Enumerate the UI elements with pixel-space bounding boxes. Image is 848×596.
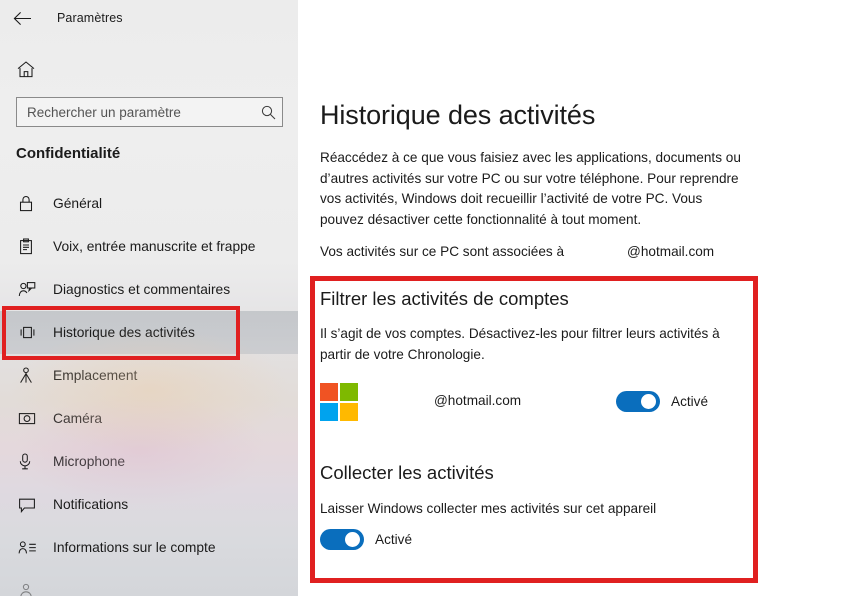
lock-icon bbox=[18, 195, 44, 212]
sidebar-item-camera[interactable]: Caméra bbox=[0, 397, 298, 440]
sidebar-item-label: Historique des activités bbox=[53, 325, 195, 340]
activity-history-icon bbox=[18, 325, 44, 340]
search-icon bbox=[261, 105, 276, 120]
sidebar-item-microphone[interactable]: Microphone bbox=[0, 440, 298, 483]
sidebar-item-location[interactable]: Emplacement bbox=[0, 354, 298, 397]
collect-toggle-wrap: Activé bbox=[320, 529, 760, 550]
camera-icon bbox=[18, 411, 44, 426]
account-toggle-wrap: Activé bbox=[616, 391, 708, 412]
account-info-icon bbox=[18, 540, 44, 555]
back-arrow-icon[interactable] bbox=[0, 2, 44, 34]
sidebar-item-label: Emplacement bbox=[53, 368, 138, 383]
partial-icon bbox=[18, 582, 44, 596]
account-row: @hotmail.com Activé bbox=[320, 383, 760, 429]
sidebar-item-label: Voix, entrée manuscrite et frappe bbox=[53, 239, 256, 254]
microsoft-logo-icon bbox=[320, 383, 358, 421]
window-title: Paramètres bbox=[57, 11, 123, 25]
sidebar-item-notifications[interactable]: Notifications bbox=[0, 483, 298, 526]
sidebar-item-label: Microphone bbox=[53, 454, 126, 469]
sidebar-item-diagnostics-feedback[interactable]: Diagnostics et commentaires bbox=[0, 268, 298, 311]
main-content: Historique des activités Réaccédez à ce … bbox=[298, 0, 848, 596]
location-pin-icon bbox=[18, 367, 44, 384]
filter-group-description: Il s’agit de vos comptes. Désactivez-les… bbox=[320, 326, 720, 362]
search-box[interactable] bbox=[16, 97, 283, 127]
sidebar-item-account-info[interactable]: Informations sur le compte bbox=[0, 526, 298, 569]
microphone-icon bbox=[18, 453, 44, 470]
sidebar-item-label: Notifications bbox=[53, 497, 129, 512]
sidebar: Paramètres Confidentialité bbox=[0, 0, 298, 596]
collect-activities-toggle[interactable] bbox=[320, 529, 364, 550]
sidebar-item-label: Général bbox=[53, 196, 103, 211]
notification-bubble-icon bbox=[18, 497, 44, 513]
collect-group-description: Laisser Windows collecter mes activités … bbox=[320, 501, 657, 516]
filter-activities-group: Filtrer les activités de comptes Il s’ag… bbox=[320, 288, 760, 429]
account-name: @hotmail.com bbox=[434, 393, 522, 408]
account-association-row: Vos activités sur ce PC sont associées à… bbox=[320, 244, 750, 259]
sidebar-item-general[interactable]: Général bbox=[0, 182, 298, 225]
sidebar-item-voice-inking-typing[interactable]: Voix, entrée manuscrite et frappe bbox=[0, 225, 298, 268]
filter-account-toggle-label: Activé bbox=[671, 394, 709, 409]
filter-group-title: Filtrer les activités de comptes bbox=[320, 288, 569, 309]
clipboard-icon bbox=[18, 238, 44, 255]
home-icon[interactable] bbox=[11, 54, 41, 84]
collect-toggle-label: Activé bbox=[375, 532, 413, 547]
page-title: Historique des activités bbox=[320, 100, 596, 130]
sidebar-item-activity-history[interactable]: Historique des activités bbox=[0, 311, 298, 354]
account-association-label: Vos activités sur ce PC sont associées à bbox=[320, 244, 565, 259]
toggle-knob bbox=[345, 532, 360, 547]
collect-activities-group: Collecter les activités Laisser Windows … bbox=[320, 462, 760, 550]
sidebar-item-label: Informations sur le compte bbox=[53, 540, 216, 555]
sidebar-section-title: Confidentialité bbox=[16, 145, 121, 162]
search-input[interactable] bbox=[27, 98, 261, 126]
title-bar: Paramètres bbox=[0, 0, 298, 36]
collect-group-title: Collecter les activités bbox=[320, 462, 494, 483]
sidebar-item-partial[interactable] bbox=[0, 569, 298, 596]
settings-window: Paramètres Confidentialité bbox=[0, 0, 848, 596]
sidebar-item-label: Diagnostics et commentaires bbox=[53, 282, 231, 297]
toggle-knob bbox=[641, 394, 656, 409]
sidebar-item-label: Caméra bbox=[53, 411, 103, 426]
person-feedback-icon bbox=[18, 281, 44, 298]
account-association-value: @hotmail.com bbox=[627, 244, 715, 259]
sidebar-nav: Général Voix, entrée manuscrite et frapp… bbox=[0, 182, 298, 596]
filter-account-toggle[interactable] bbox=[616, 391, 660, 412]
page-description: Réaccédez à ce que vous faisiez avec les… bbox=[320, 150, 741, 227]
